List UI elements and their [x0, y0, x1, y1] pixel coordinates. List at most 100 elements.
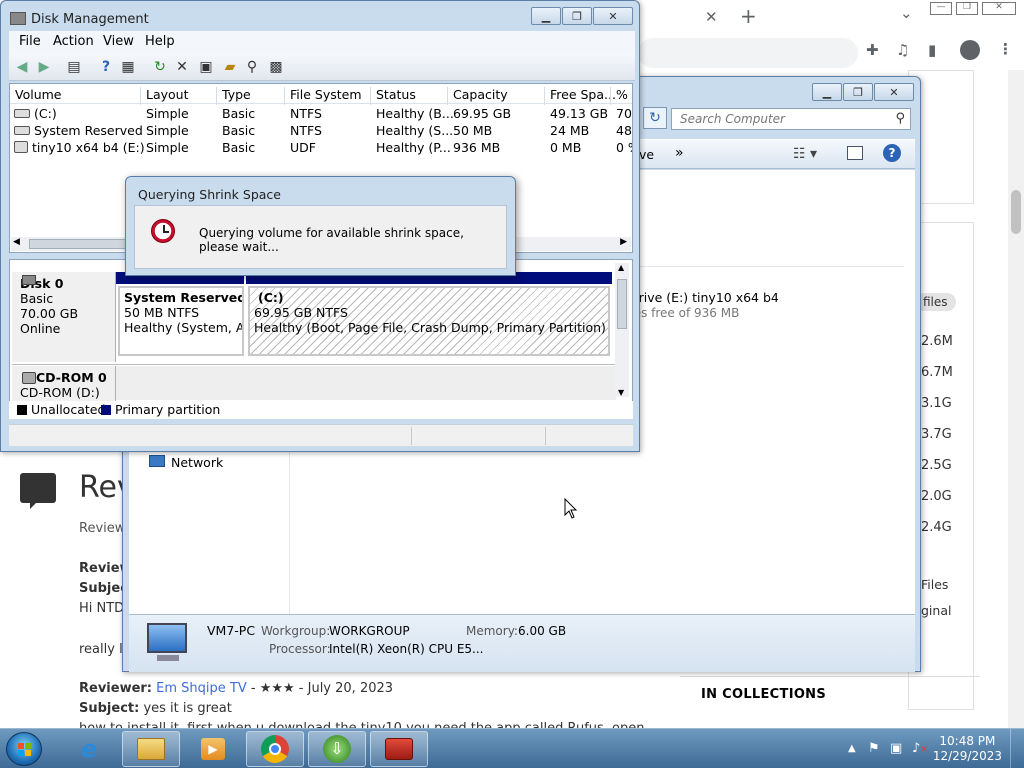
menu-kebab-icon[interactable]: ⋮	[998, 42, 1013, 57]
minimize-button[interactable]: —	[930, 2, 952, 15]
clock-date: 12/29/2023	[932, 749, 1002, 763]
partition-system-reserved[interactable]: System Reserved 50 MB NTFS Healthy (Syst…	[118, 286, 244, 356]
scroll-left-icon[interactable]: ◀	[13, 237, 20, 247]
media-icon[interactable]: ♫	[896, 43, 909, 58]
column-header-free-space[interactable]: Free Spa...	[544, 87, 616, 105]
start-button[interactable]	[6, 732, 42, 766]
cdrom-empty-area[interactable]	[116, 366, 616, 400]
drive-e-name[interactable]: Drive (E:) tiny10 x64 b4	[629, 290, 779, 305]
help-icon[interactable]: ?	[883, 144, 901, 162]
dialog-title: Querying Shrink Space	[138, 187, 281, 202]
menu-action[interactable]: Action	[53, 34, 94, 49]
view-options-icon[interactable]: ☷ ▾	[793, 146, 817, 162]
scroll-up-icon[interactable]: ▲	[618, 263, 624, 272]
review-text: Hi NTD	[79, 601, 125, 616]
disk-0-label[interactable]: Disk 0 Basic 70.00 GB Online	[12, 272, 116, 362]
files-chip[interactable]: files	[915, 293, 956, 311]
dm-titlebar[interactable]: Disk Management ▁ ❐ ✕	[1, 1, 639, 29]
scrollbar-thumb[interactable]	[1011, 190, 1021, 234]
close-button[interactable]: ✕	[982, 2, 1016, 15]
capacity-cell: 69.95 GB	[453, 106, 512, 121]
close-button[interactable]: ✕	[874, 83, 914, 101]
extensions-icon[interactable]: ✚	[866, 43, 879, 58]
preview-pane-icon[interactable]	[847, 146, 863, 160]
column-header-status[interactable]: Status	[370, 87, 416, 105]
new-tab-button[interactable]: +	[740, 6, 757, 26]
page-scrollbar[interactable]	[1008, 70, 1024, 728]
file-size: 2.6M	[921, 334, 953, 349]
refresh-icon[interactable]: ↻	[151, 58, 169, 76]
column-header-type[interactable]: Type	[216, 87, 251, 105]
minimize-button[interactable]: ▁	[531, 7, 561, 25]
tab-search-icon[interactable]: ⌄	[900, 6, 913, 21]
nav-item-network[interactable]: Network	[171, 455, 223, 470]
scroll-down-icon[interactable]: ▼	[618, 388, 624, 397]
reviewer-link[interactable]: Em Shqipe TV	[156, 681, 247, 696]
network-tray-icon[interactable]: ▣	[890, 741, 902, 756]
tab-close-icon[interactable]: ✕	[705, 10, 718, 25]
address-bar[interactable]	[638, 38, 858, 68]
check-icon[interactable]: ▣	[197, 58, 215, 76]
column-header-volume[interactable]: Volume	[10, 87, 62, 105]
show-hidden-icons-icon[interactable]: ▲	[848, 743, 856, 754]
taskbar-computer-management[interactable]	[370, 731, 428, 767]
restore-button[interactable]: ❐	[562, 7, 592, 25]
status-cell: Healthy (B...	[376, 106, 454, 121]
subject-value: yes it is great	[139, 701, 232, 716]
action-center-flag-icon[interactable]: ⚑	[868, 741, 880, 756]
forward-arrow-icon[interactable]: ▶	[35, 58, 53, 76]
volume-muted-icon[interactable]: ♪✕	[912, 741, 928, 756]
column-header-percent-free[interactable]: % F	[610, 87, 632, 105]
taskbar-download-manager[interactable]: ⇩	[308, 731, 366, 767]
files-link[interactable]: Files	[921, 577, 948, 592]
volume-row[interactable]: System Reserved Simple Basic NTFS Health…	[10, 122, 632, 139]
restore-button[interactable]: ❐	[956, 2, 978, 15]
menu-view[interactable]: View	[103, 34, 134, 49]
taskbar-explorer[interactable]	[122, 731, 180, 767]
status-cell: Healthy (S...	[376, 123, 454, 138]
open-folder-icon[interactable]: ▰	[221, 58, 239, 76]
taskbar-media-player[interactable]: ▶	[184, 731, 242, 767]
minimize-button[interactable]: ▁	[812, 83, 842, 101]
file-size: 3.7G	[921, 427, 952, 442]
scroll-right-icon[interactable]: ▶	[620, 237, 627, 247]
type-cell: Basic	[222, 106, 256, 121]
settings-icon[interactable]: ▩	[267, 58, 285, 76]
delete-icon[interactable]: ✕	[173, 58, 191, 76]
show-desktop-button[interactable]	[1010, 729, 1024, 768]
column-header-layout[interactable]: Layout	[140, 87, 189, 105]
refresh-button[interactable]: ↻	[643, 107, 667, 129]
volume-row[interactable]: (C:) Simple Basic NTFS Healthy (B... 69.…	[10, 105, 632, 122]
cdrom-drive-label: CD-ROM (D:)	[20, 385, 100, 400]
show-hide-tree-icon[interactable]: ▤	[65, 58, 83, 76]
command-more-text[interactable]: ve	[639, 147, 654, 162]
side-panel-icon[interactable]: ▮	[928, 43, 936, 58]
volume-row[interactable]: tiny10 x64 b4 (E:) Simple Basic UDF Heal…	[10, 139, 632, 156]
legend: Unallocated Primary partition	[9, 401, 633, 419]
back-arrow-icon[interactable]: ◀	[13, 58, 31, 76]
menu-help[interactable]: Help	[145, 34, 175, 49]
graph-vscrollbar[interactable]: ▲ ▼	[615, 263, 629, 397]
partition-c[interactable]: (C:) 69.95 GB NTFS Healthy (Boot, Page F…	[248, 286, 610, 356]
reviewer-label: Reviewer:	[79, 681, 153, 696]
clock[interactable]: 10:48 PM 12/29/2023	[933, 734, 1002, 764]
section-divider	[634, 266, 904, 267]
menu-file[interactable]: File	[19, 34, 41, 49]
original-link[interactable]: ginal	[921, 603, 951, 618]
taskbar-chrome[interactable]	[246, 731, 304, 767]
column-header-capacity[interactable]: Capacity	[447, 87, 508, 105]
help-icon[interactable]: ?	[97, 58, 115, 76]
more-chevron-icon[interactable]: »	[675, 145, 684, 161]
profile-avatar[interactable]	[960, 40, 980, 60]
properties-icon[interactable]: ▦	[119, 58, 137, 76]
column-header-file-system[interactable]: File System	[284, 87, 362, 105]
restore-button[interactable]: ❐	[843, 83, 873, 101]
volume-cell: tiny10 x64 b4 (E:)	[32, 140, 145, 155]
scrollbar-thumb[interactable]	[617, 279, 627, 329]
search-icon[interactable]: ⚲	[243, 58, 261, 76]
search-icon[interactable]: ⚲	[895, 111, 905, 126]
review-text: really li	[79, 642, 127, 657]
search-input[interactable]: Search Computer ⚲	[671, 108, 911, 130]
close-button[interactable]: ✕	[593, 7, 633, 25]
taskbar-internet-explorer[interactable]: e	[60, 731, 118, 767]
